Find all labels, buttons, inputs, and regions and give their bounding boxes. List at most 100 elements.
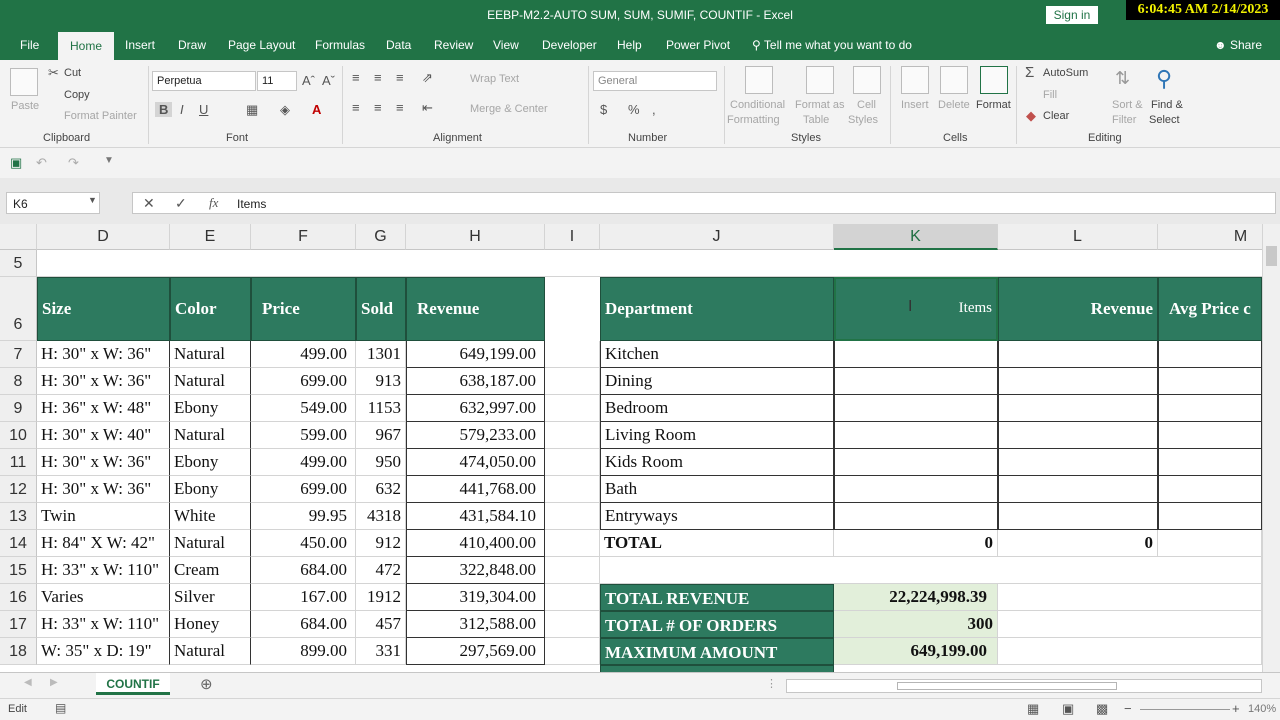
font-color-icon[interactable]: A	[312, 102, 321, 117]
font-size-dropdown[interactable]: 11	[257, 71, 297, 91]
cell-price[interactable]: 499.00	[251, 341, 356, 368]
header-color[interactable]: Color	[170, 277, 251, 341]
row-header-12[interactable]: 12	[0, 476, 37, 503]
cell-items[interactable]	[834, 395, 998, 422]
cell-price[interactable]: 699.00	[251, 476, 356, 503]
col-header-i[interactable]: I	[545, 224, 600, 250]
percent-icon[interactable]: %	[628, 102, 640, 117]
col-header-k[interactable]: K	[834, 224, 998, 250]
cell-empty[interactable]	[545, 422, 600, 449]
cell-price[interactable]: 899.00	[251, 638, 356, 665]
page-break-view-icon[interactable]: ▩	[1096, 701, 1108, 717]
cell-sold[interactable]: 632	[356, 476, 406, 503]
tell-me-search[interactable]: ⚲ Tell me what you want to do	[752, 38, 912, 52]
cell-color[interactable]: Natural	[170, 422, 251, 449]
normal-view-icon[interactable]: ▦	[1027, 701, 1039, 717]
col-header-e[interactable]: E	[170, 224, 251, 250]
cell-avg-price[interactable]	[1158, 422, 1262, 449]
format-cells-icon[interactable]	[980, 66, 1008, 94]
fill-color-icon[interactable]: ◈	[280, 102, 290, 118]
header-size[interactable]: Size	[37, 277, 170, 341]
conditional-formatting-button[interactable]: Conditional	[730, 99, 785, 111]
cell-avg-price[interactable]	[1158, 395, 1262, 422]
cell-dept-revenue[interactable]	[998, 476, 1158, 503]
cell-sold[interactable]: 1153	[356, 395, 406, 422]
cell-color[interactable]: Honey	[170, 611, 251, 638]
tab-power-pivot[interactable]: Power Pivot	[666, 38, 730, 52]
cell-dept-revenue[interactable]	[998, 449, 1158, 476]
cell-size[interactable]: H: 30" x W: 40"	[37, 422, 170, 449]
row-header-6[interactable]: 6	[0, 277, 37, 341]
cell-revenue[interactable]: 441,768.00	[406, 476, 545, 503]
autosum-button[interactable]: AutoSum	[1043, 67, 1088, 79]
cell-avg-price[interactable]	[1158, 341, 1262, 368]
zoom-in-icon[interactable]: +	[1232, 701, 1240, 716]
tab-help[interactable]: Help	[617, 38, 642, 52]
cell-empty[interactable]	[545, 638, 600, 665]
row-header-13[interactable]: 13	[0, 503, 37, 530]
tab-home[interactable]: Home	[58, 32, 115, 60]
cell-empty[interactable]	[545, 341, 600, 368]
vertical-scroll-thumb[interactable]	[1266, 246, 1277, 266]
tab-review[interactable]: Review	[434, 38, 473, 52]
cell-color[interactable]: Ebony	[170, 449, 251, 476]
name-box[interactable]: K6	[6, 192, 100, 214]
row-15-right-cells[interactable]	[600, 557, 1262, 584]
cell-empty[interactable]	[545, 449, 600, 476]
header-price[interactable]: Price	[251, 277, 356, 341]
vertical-scrollbar[interactable]	[1262, 224, 1280, 672]
underline-icon[interactable]: U	[199, 102, 208, 117]
cell-dept-revenue[interactable]	[998, 368, 1158, 395]
cell-items[interactable]	[834, 422, 998, 449]
cell-empty[interactable]	[545, 530, 600, 557]
format-painter-button[interactable]: Format Painter	[64, 110, 137, 122]
total-revenue-cell[interactable]: 0	[998, 530, 1158, 557]
cell-items[interactable]	[834, 449, 998, 476]
cell-empty[interactable]	[545, 395, 600, 422]
header-department[interactable]: Department	[600, 277, 834, 341]
tab-data[interactable]: Data	[386, 38, 411, 52]
cell-sold[interactable]: 913	[356, 368, 406, 395]
cell-size[interactable]: H: 30" x W: 36"	[37, 341, 170, 368]
fill-button[interactable]: Fill	[1043, 89, 1057, 101]
col-header-m[interactable]: M	[1158, 224, 1262, 250]
paste-icon[interactable]	[10, 68, 38, 96]
cell-sold[interactable]: 472	[356, 557, 406, 584]
customize-qat-icon[interactable]: ▼	[104, 155, 114, 166]
cell-sold[interactable]: 1912	[356, 584, 406, 611]
cell-color[interactable]: Cream	[170, 557, 251, 584]
summary-value-total-revenue[interactable]: 22,224,998.39	[834, 584, 998, 611]
currency-icon[interactable]: $	[600, 102, 607, 117]
borders-icon[interactable]: ▦	[246, 102, 258, 118]
cell-department[interactable]: Living Room	[600, 422, 834, 449]
share-button[interactable]: ☻ Share	[1214, 38, 1262, 52]
horizontal-scrollbar[interactable]	[786, 679, 1262, 693]
cell-revenue[interactable]: 410,400.00	[406, 530, 545, 557]
insert-cells-icon[interactable]	[901, 66, 929, 94]
wrap-text-button[interactable]: Wrap Text	[470, 73, 519, 85]
sort-filter-button[interactable]: Sort &	[1112, 99, 1143, 111]
cell-avg-price[interactable]	[1158, 476, 1262, 503]
cell-avg-price[interactable]	[1158, 368, 1262, 395]
cell-sold[interactable]: 950	[356, 449, 406, 476]
header-revenue[interactable]: Revenue	[406, 277, 545, 341]
cell-revenue[interactable]: 649,199.00	[406, 341, 545, 368]
comma-icon[interactable]: ,	[652, 102, 656, 117]
select-all-corner[interactable]	[0, 224, 37, 250]
sort-filter-icon[interactable]: ⇅	[1115, 68, 1130, 89]
summary-empty-cell[interactable]	[998, 584, 1262, 611]
row-header-7[interactable]: 7	[0, 341, 37, 368]
cell-items[interactable]	[834, 341, 998, 368]
row-header-17[interactable]: 17	[0, 611, 37, 638]
cell-price[interactable]: 684.00	[251, 611, 356, 638]
cell-sold[interactable]: 331	[356, 638, 406, 665]
add-sheet-icon[interactable]: ⊕	[200, 675, 213, 693]
cell-items[interactable]	[834, 503, 998, 530]
insert-function-icon[interactable]: fx	[209, 195, 218, 211]
cell-color[interactable]: Silver	[170, 584, 251, 611]
summary-empty-cell[interactable]	[998, 611, 1262, 638]
cell-empty[interactable]	[545, 368, 600, 395]
cell-size[interactable]: H: 30" x W: 36"	[37, 449, 170, 476]
cell-size[interactable]: H: 33" x W: 110"	[37, 557, 170, 584]
middle-align-icon[interactable]: ≡	[374, 70, 382, 85]
